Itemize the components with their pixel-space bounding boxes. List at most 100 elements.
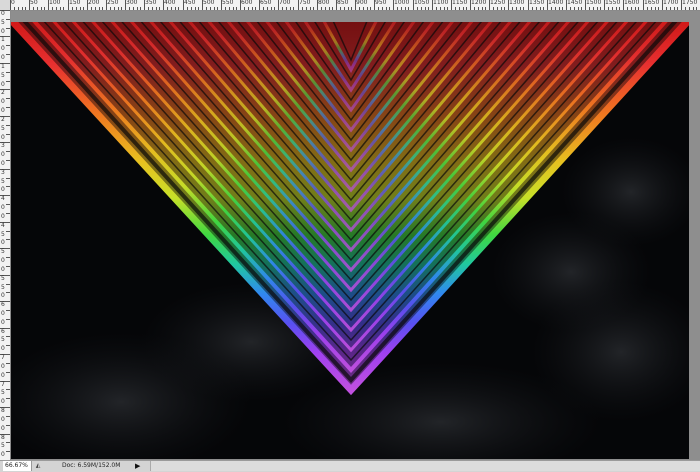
ruler-label: 0 — [11, 0, 15, 6]
ruler-minor-tick — [482, 7, 483, 10]
ruler-minor-tick — [520, 7, 521, 10]
ruler-minor-tick — [91, 7, 92, 10]
ruler-label: 0 — [1, 292, 5, 299]
ruler-label: 1400 — [548, 0, 564, 6]
ruler-label: 1150 — [452, 0, 468, 6]
ruler-minor-tick — [463, 7, 464, 10]
ruler-minor-tick — [417, 7, 418, 10]
ruler-minor-tick — [589, 7, 590, 10]
ruler-label: 1100 — [433, 0, 449, 6]
ruler-minor-tick — [18, 7, 19, 10]
ruler-label: 4 — [1, 195, 5, 202]
ruler-label: 350 — [145, 0, 157, 6]
ruler-minor-tick — [401, 7, 402, 10]
ruler-minor-tick — [651, 7, 652, 10]
ruler-label: 900 — [356, 0, 368, 6]
status-menu-arrow-icon[interactable]: ▶ — [135, 461, 143, 471]
ruler-minor-tick — [389, 7, 390, 10]
ruler-label: 7 — [1, 354, 5, 361]
ruler-minor-tick — [689, 7, 690, 10]
ruler-label: 8 — [1, 434, 5, 441]
ruler-tick — [6, 372, 10, 373]
ruler-minor-tick — [647, 7, 648, 10]
ruler-minor-tick — [693, 7, 694, 10]
ruler-minor-tick — [405, 7, 406, 10]
ruler-minor-tick — [536, 7, 537, 10]
ruler-minor-tick — [44, 7, 45, 10]
info-triangle-icon[interactable]: ◭ — [33, 461, 43, 471]
ruler-minor-tick — [63, 7, 64, 10]
ruler-minor-tick — [455, 7, 456, 10]
ruler-label: 0 — [1, 107, 5, 114]
ruler-minor-tick — [631, 7, 632, 10]
ruler-minor-tick — [118, 7, 119, 10]
ruler-minor-tick — [171, 7, 172, 10]
ruler-label: 1550 — [605, 0, 621, 6]
ruler-tick — [6, 151, 10, 152]
ruler-tick — [6, 398, 10, 399]
ruler-minor-tick — [148, 7, 149, 10]
ruler-tick — [6, 319, 10, 320]
horizontal-scrollbar[interactable] — [150, 461, 700, 471]
ruler-tick — [6, 292, 10, 293]
ruler-minor-tick — [574, 7, 575, 10]
ruler-label: 1500 — [586, 0, 602, 6]
ruler-minor-tick — [187, 7, 188, 10]
ruler-tick — [6, 310, 10, 311]
ruler-label: 5 — [1, 284, 5, 291]
ruler-label: 0 — [1, 54, 5, 61]
ruler-label: 150 — [69, 0, 81, 6]
ruler-minor-tick — [252, 7, 253, 10]
ruler-minor-tick — [382, 7, 383, 10]
ruler-label: 1 — [1, 36, 5, 43]
ruler-label: 0 — [1, 186, 5, 193]
ruler-tick — [6, 98, 10, 99]
ruler-label: 0 — [1, 257, 5, 264]
ruler-minor-tick — [76, 7, 77, 10]
ruler-minor-tick — [56, 7, 57, 10]
ruler-tick — [6, 425, 10, 426]
ruler-label: 0 — [1, 416, 5, 423]
ruler-minor-tick — [532, 7, 533, 10]
ruler-tick — [6, 107, 10, 108]
ruler-label: 0 — [1, 239, 5, 246]
ruler-minor-tick — [440, 7, 441, 10]
ruler-tick — [6, 284, 10, 285]
ruler-tick — [6, 239, 10, 240]
horizontal-ruler[interactable]: 0 50 100 150 200 250 300 350 400 450 500 550 600 650 7… — [10, 0, 700, 11]
ruler-minor-tick — [156, 7, 157, 10]
ruler-label: 0 — [1, 372, 5, 379]
ruler-minor-tick — [195, 7, 196, 10]
ruler-label: 1300 — [509, 0, 525, 6]
ruler-minor-tick — [255, 7, 256, 10]
ruler-label: 0 — [1, 98, 5, 105]
ruler-label: 0 — [1, 319, 5, 326]
ruler-minor-tick — [608, 7, 609, 10]
ruler-minor-tick — [121, 7, 122, 10]
image-canvas[interactable] — [11, 22, 689, 459]
ruler-minor-tick — [344, 7, 345, 10]
ruler-minor-tick — [102, 7, 103, 10]
ruler-minor-tick — [329, 7, 330, 10]
ruler-minor-tick — [478, 7, 479, 10]
zoom-level-field[interactable]: 66.67% — [3, 461, 32, 471]
ruler-tick — [6, 186, 10, 187]
vertical-ruler[interactable]: 0501001502002503003504004505005506006507… — [0, 10, 11, 460]
ruler-label: 1200 — [471, 0, 487, 6]
ruler-minor-tick — [485, 7, 486, 10]
ruler-minor-tick — [543, 7, 544, 10]
rainbow-chevron-artwork — [11, 22, 689, 459]
ruler-minor-tick — [282, 7, 283, 10]
ruler-minor-tick — [386, 7, 387, 10]
ruler-tick — [6, 266, 10, 267]
ruler-minor-tick — [225, 7, 226, 10]
ruler-label: 950 — [375, 0, 387, 6]
ruler-label: 650 — [260, 0, 272, 6]
ruler-minor-tick — [493, 7, 494, 10]
ruler-tick — [6, 451, 10, 452]
ruler-label: 5 — [1, 248, 5, 255]
ruler-minor-tick — [274, 7, 275, 10]
ruler-minor-tick — [325, 7, 326, 10]
ruler-label: 3 — [1, 169, 5, 176]
ruler-label: 1650 — [644, 0, 660, 6]
